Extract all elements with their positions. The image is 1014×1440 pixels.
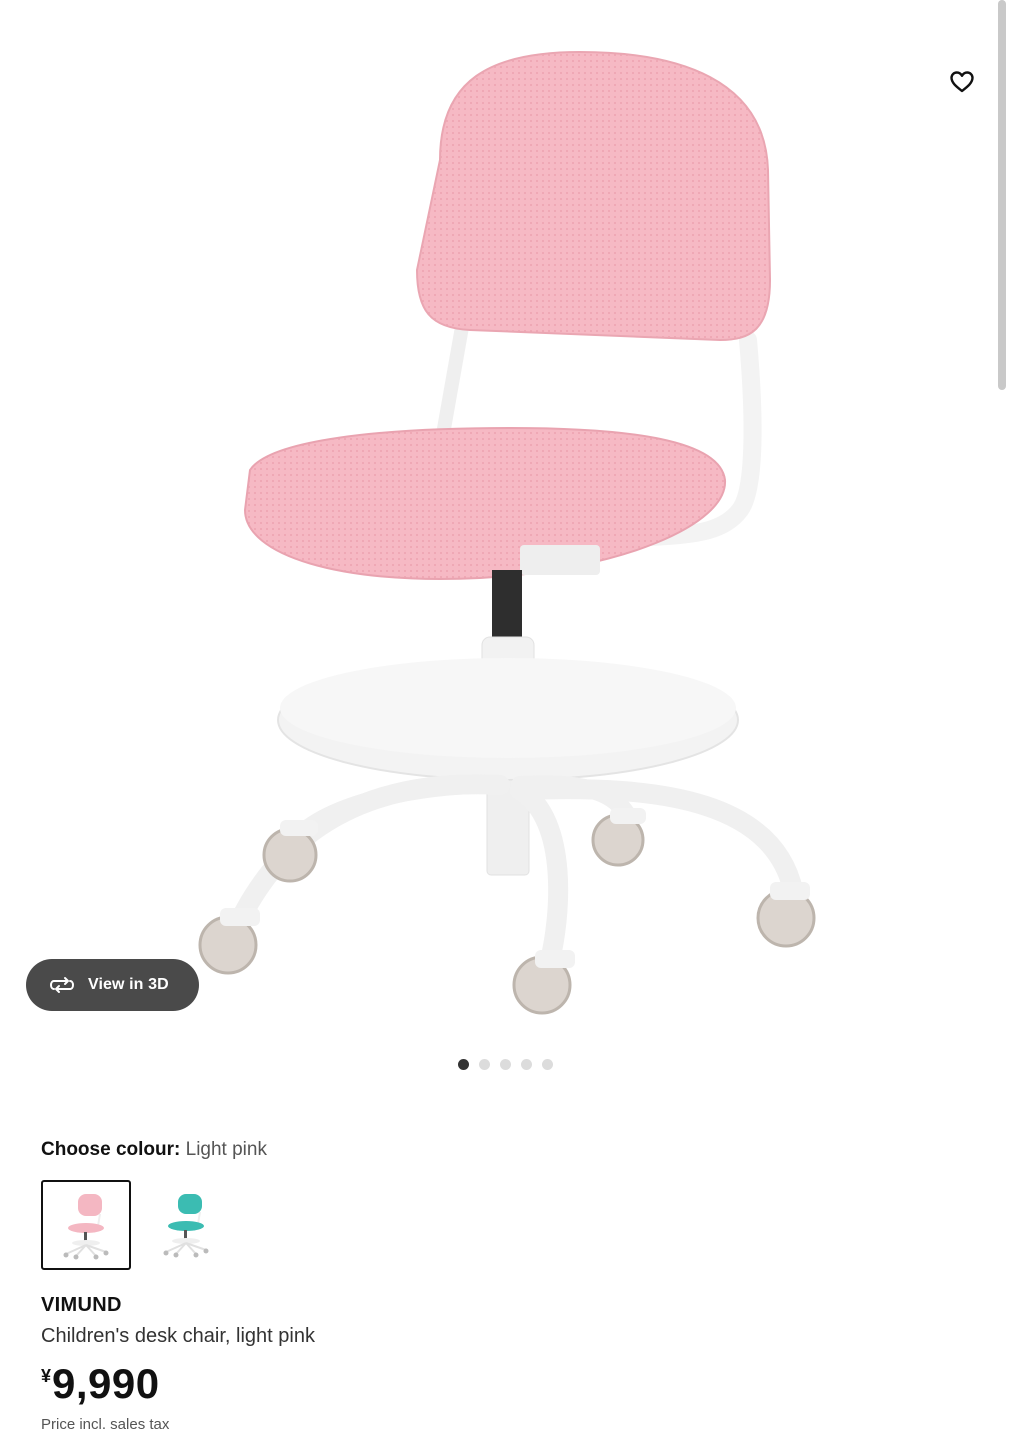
price-currency: ¥ (41, 1366, 52, 1386)
rotate-3d-icon (50, 977, 74, 993)
light-pink-chair-thumbnail (63, 1194, 109, 1260)
product-gallery[interactable]: View in 3D (0, 0, 1014, 1095)
price-note: Price incl. sales tax (41, 1416, 170, 1433)
colour-swatch-light-pink[interactable] (41, 1180, 131, 1270)
selected-colour-value: Light pink (185, 1139, 267, 1160)
carousel-dot-1[interactable] (458, 1059, 469, 1070)
carousel-indicators[interactable] (458, 1059, 553, 1070)
carousel-dot-4[interactable] (521, 1059, 532, 1070)
view-in-3d-label: View in 3D (88, 976, 169, 993)
view-in-3d-button[interactable]: View in 3D (26, 959, 199, 1011)
carousel-dot-5[interactable] (542, 1059, 553, 1070)
heart-icon (950, 71, 974, 93)
price-amount: 9,990 (52, 1360, 160, 1407)
product-description: Children's desk chair, light pink (41, 1325, 315, 1347)
carousel-dot-3[interactable] (500, 1059, 511, 1070)
product-name: VIMUND (41, 1294, 122, 1316)
add-to-favourites-button[interactable] (942, 62, 982, 102)
colour-swatch-turquoise[interactable] (141, 1180, 231, 1270)
turquoise-chair-thumbnail (163, 1194, 209, 1258)
product-price: ¥ 9,990 (41, 1360, 160, 1408)
colour-swatches (41, 1180, 231, 1270)
colour-heading: Choose colour: Light pink (41, 1139, 267, 1161)
carousel-dot-2[interactable] (479, 1059, 490, 1070)
product-image (198, 50, 816, 1015)
colour-heading-label: Choose colour: (41, 1139, 181, 1160)
